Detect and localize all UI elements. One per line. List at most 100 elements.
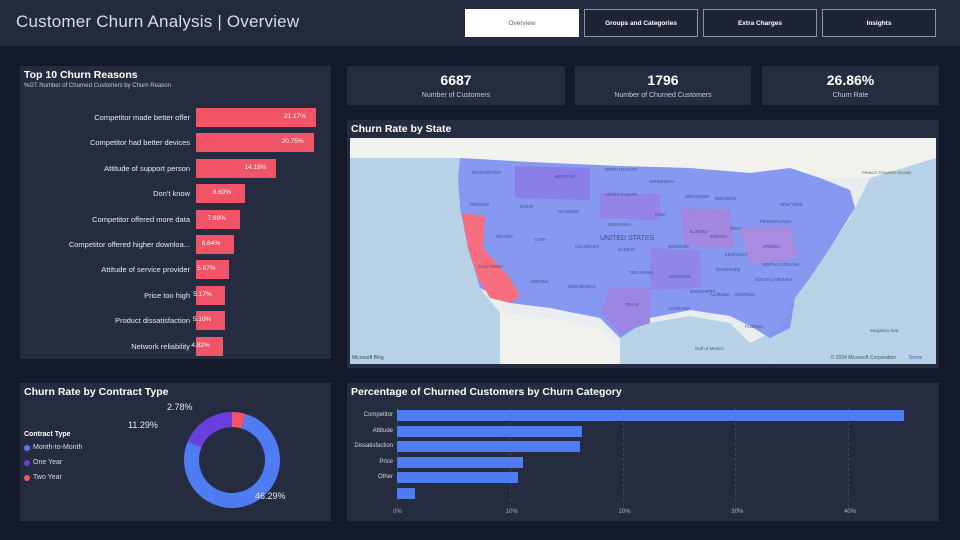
state-label: COLORADO <box>575 244 600 249</box>
kpi-label: Number of Customers <box>421 92 491 99</box>
state-label: MINNESOTA <box>650 179 675 184</box>
reason-label: Attitude of support person <box>104 163 190 173</box>
reason-row[interactable]: Price too high 5.17% <box>20 285 350 306</box>
state-label: KANSAS <box>618 247 635 252</box>
reason-value: 8.60% <box>212 189 232 197</box>
state-label: NEBRASKA <box>608 222 631 227</box>
state-label: IOWA <box>655 212 666 217</box>
tab-insights[interactable]: Insights <box>822 9 936 37</box>
state-label: NORTH CAROLINA <box>762 262 800 267</box>
category-label: Price <box>379 458 393 465</box>
category-label: Attitude <box>372 427 393 434</box>
state-label: NEW YORK <box>780 202 803 207</box>
state-label: OREGON <box>470 202 489 207</box>
reason-row[interactable]: Attitude of support person 14.19% <box>20 158 350 179</box>
donut-slice[interactable] <box>187 412 232 448</box>
donut-label-month-to-month: 46.29% <box>255 491 286 501</box>
state-label: WASHINGTON <box>472 170 501 175</box>
state-label: TEXAS <box>625 302 639 307</box>
reason-value: 7.69% <box>207 214 227 222</box>
reason-value: 5.17% <box>193 290 212 298</box>
reason-row[interactable]: Competitor offered higher downloa... 6.64… <box>20 235 350 255</box>
state-label: ARIZONA <box>530 279 549 284</box>
category-bar[interactable] <box>397 441 580 452</box>
state-label: ALABAMA <box>710 292 730 297</box>
reason-row[interactable]: Competitor made better offer 21.17% <box>20 108 350 128</box>
kpi-card-customers: 6687 Number of Customers <box>347 66 565 105</box>
donut-label-two-year: 2.78% <box>167 402 193 412</box>
category-label: Competitor <box>363 412 393 418</box>
kpi-card-churned: 1796 Number of Churned Customers <box>575 66 751 105</box>
x-tick-label: 20% <box>618 509 631 515</box>
contract-panel: Churn Rate by Contract Type Contract Typ… <box>20 383 331 521</box>
map-province-label: PRINCE EDWARD ISLAND <box>862 170 912 175</box>
state-label: GEORGIA <box>735 292 755 297</box>
kpi-value: 6687 <box>440 72 472 88</box>
kpi-label: Number of Churned Customers <box>614 92 712 99</box>
donut-label-one-year: 11.29% <box>128 420 158 430</box>
state-label: MICHIGAN <box>715 196 736 201</box>
state-label: LOUISIANA <box>668 306 691 311</box>
reason-row[interactable]: Network reliability 4.82% <box>20 336 350 357</box>
reason-label: Price too high <box>144 290 190 300</box>
gridline <box>735 407 737 507</box>
category-bar[interactable] <box>397 425 582 437</box>
reason-value: 14.19% <box>244 163 267 171</box>
category-label: Dissatisfaction <box>354 443 393 449</box>
reason-label: Network reliability <box>131 341 190 351</box>
churn-reasons-title: Top 10 Churn Reasons <box>24 69 138 81</box>
reason-row[interactable]: Product dissatisfaction 5.10% <box>20 311 350 331</box>
map-title: Churn Rate by State <box>351 123 452 135</box>
reason-value: 4.82% <box>191 341 210 349</box>
reason-row[interactable]: Competitor had better devices 20.75% <box>20 133 350 153</box>
category-label: Other <box>377 474 393 480</box>
state-label: CALIFORNIA <box>478 264 503 269</box>
x-tick-label: 30% <box>731 509 744 515</box>
map-brand: Microsoft Bing <box>352 355 384 361</box>
reason-value: 5.87% <box>197 265 216 273</box>
map-terms-link[interactable]: Terms <box>908 355 922 361</box>
tab-overview[interactable]: Overview <box>465 9 579 37</box>
reason-row[interactable]: Attitude of service provider 5.87% <box>20 260 350 280</box>
category-bar[interactable] <box>397 472 518 483</box>
map-sea-label: Sargasso Sea <box>870 328 899 333</box>
x-tick-label: 10% <box>505 509 518 515</box>
state-label: NEVADA <box>496 234 513 239</box>
category-title: Percentage of Churned Customers by Churn… <box>351 386 622 398</box>
state-label: MISSOURI <box>668 244 689 249</box>
reason-label: Competitor had better devices <box>89 138 190 148</box>
category-panel: Percentage of Churned Customers by Churn… <box>347 383 939 521</box>
state-label: VIRGINIA <box>762 244 781 249</box>
category-bar[interactable] <box>397 487 416 499</box>
reason-value: 20.75% <box>281 138 304 146</box>
state-label: OKLAHOMA <box>630 270 654 275</box>
churn-map[interactable]: UNITED STATES Gulf of Mexico Sargasso Se… <box>350 138 936 364</box>
category-bar[interactable] <box>397 410 905 421</box>
reason-label: Attitude of service provider <box>101 265 190 275</box>
category-bar[interactable] <box>397 456 524 468</box>
reason-row[interactable]: Competitor offered more data 7.69% <box>20 209 350 230</box>
state-label: NEW MEXICO <box>568 284 596 289</box>
reason-row[interactable]: Don't know 8.60% <box>20 184 350 204</box>
kpi-value: 1796 <box>647 72 679 88</box>
x-tick-label: 0% <box>393 509 402 515</box>
gridline <box>848 407 850 507</box>
state-label: TENNESSEE <box>715 267 741 272</box>
reason-value: 21.17% <box>284 113 307 120</box>
reason-label: Product dissatisfaction <box>114 316 190 326</box>
state-label: SOUTH DAKOTA <box>605 192 638 197</box>
tab-groups-and-categories[interactable]: Groups and Categories <box>584 9 698 37</box>
tab-extra-charges[interactable]: Extra Charges <box>703 9 817 37</box>
state-label: ILLINOIS <box>690 229 707 234</box>
reason-label: Competitor made better offer <box>94 113 190 122</box>
state-label: OHIO <box>730 226 741 231</box>
map-country-label: UNITED STATES <box>600 235 655 242</box>
reason-label: Don't know <box>153 189 190 199</box>
state-label: WYOMING <box>558 209 579 214</box>
state-label: WISCONSIN <box>685 194 709 199</box>
gridline <box>622 407 624 507</box>
state-label: SOUTH CAROLINA <box>755 277 792 282</box>
state-label: MONTANA <box>555 174 576 179</box>
churn-reasons-subtitle: %GT Number of Churned Customers by Churn… <box>24 83 171 89</box>
state-label: INDIANA <box>710 234 727 239</box>
